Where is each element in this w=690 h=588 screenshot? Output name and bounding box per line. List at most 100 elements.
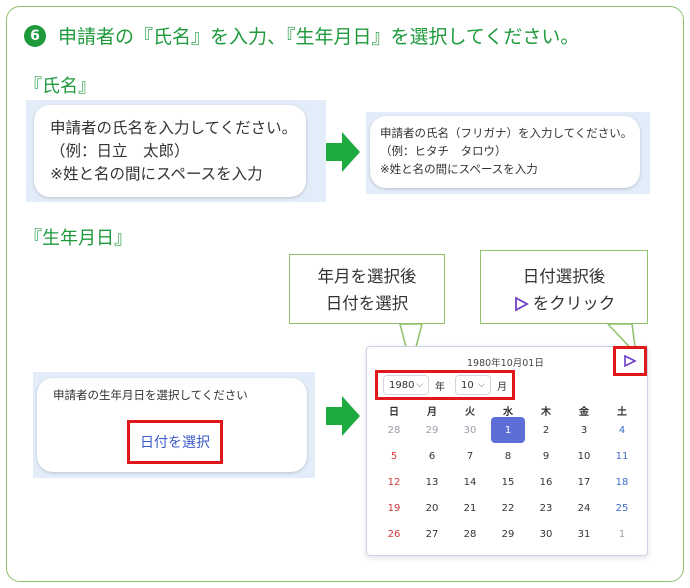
calendar-day-cell[interactable]: 13 [413, 469, 451, 495]
calendar-day-number: 29 [425, 424, 439, 436]
callout-click-send: 日付選択後 をクリック [480, 250, 648, 324]
calendar-day-cell[interactable]: 19 [375, 495, 413, 521]
name-prompt-line: 申請者の氏名を入力してください。 [50, 119, 298, 137]
calendar-day-number: 29 [501, 528, 515, 540]
calendar-day-number: 31 [577, 528, 591, 540]
calendar-day-cell[interactable]: 9 [527, 443, 565, 469]
calendar-day-cell[interactable]: 30 [451, 417, 489, 443]
callout-select-month-line2: 日付を選択 [325, 294, 409, 313]
confirm-date-button[interactable] [613, 346, 647, 376]
calendar-day-number: 5 [390, 450, 398, 462]
furigana-prompt-line: 申請者の氏名（フリガナ）を入力してください。 [380, 126, 633, 140]
calendar-day-cell[interactable]: 25 [603, 495, 641, 521]
weekday-label: 火 [465, 407, 475, 418]
weekday-header-row: 日月火水木金土 [375, 403, 641, 418]
calendar-day-cell[interactable]: 18 [603, 469, 641, 495]
calendar-day-cell[interactable]: 22 [489, 495, 527, 521]
weekday-label: 水 [503, 407, 513, 418]
month-select[interactable]: 10 ⌵ [455, 375, 491, 395]
calendar-day-cell[interactable]: 3 [565, 417, 603, 443]
calendar-week-row: 5 6 7 8 9 10 11 [375, 443, 641, 469]
select-date-button-label: 日付を選択 [140, 435, 210, 451]
calendar-day-number: 30 [539, 528, 553, 540]
calendar-day-cell[interactable]: 10 [565, 443, 603, 469]
calendar-day-number: 30 [463, 424, 477, 436]
calendar-week-row: 12 13 14 15 16 17 18 [375, 469, 641, 495]
birthdate-section-label: 『生年月日』 [24, 228, 132, 249]
calendar-day-cell[interactable]: 28 [451, 521, 489, 547]
select-date-button[interactable]: 日付を選択 [127, 420, 223, 464]
calendar-day-number: 8 [504, 450, 512, 462]
year-select[interactable]: 1980 ⌵ [383, 375, 429, 395]
calendar-day-number: 7 [466, 450, 474, 462]
calendar-day-number: 25 [615, 502, 629, 514]
calendar-day-cell[interactable]: 21 [451, 495, 489, 521]
calendar-day-number: 9 [542, 450, 550, 462]
page-title: 申請者の『氏名』を入力、『生年月日』を選択してください。 [58, 26, 580, 48]
weekday-label: 月 [427, 407, 437, 418]
right-arrow-icon [326, 396, 360, 436]
callout-select-month-line1: 年月を選択後 [317, 267, 417, 286]
name-prompt-bubble: 申請者の氏名を入力してください。 （例：日立 太郎） ※姓と名の間にスペースを入… [34, 105, 306, 197]
calendar-day-cell[interactable]: 31 [565, 521, 603, 547]
calendar-day-number: 12 [387, 476, 401, 488]
calendar-week-row: 19 20 21 22 23 24 25 [375, 495, 641, 521]
calendar-day-number: 19 [387, 502, 401, 514]
weekday-label: 金 [579, 407, 589, 418]
calendar-day-number: 17 [577, 476, 591, 488]
weekday-label: 木 [541, 407, 551, 418]
calendar-day-cell[interactable]: 23 [527, 495, 565, 521]
calendar-day-cell[interactable]: 17 [565, 469, 603, 495]
calendar-day-cell[interactable]: 15 [489, 469, 527, 495]
day-grid: 28 29 30 1 2 3 4 5 6 7 8 9 10 11 12 13 14 15 16 17 18 19 20 21 2… [375, 417, 641, 547]
calendar-day-cell[interactable]: 5 [375, 443, 413, 469]
callout-select-month: 年月を選択後 日付を選択 [289, 254, 445, 324]
send-triangle-icon [514, 295, 529, 312]
selected-date-label: 1980年10月01日 [467, 358, 544, 369]
chevron-down-icon: ⌵ [478, 380, 485, 390]
chevron-down-icon: ⌵ [416, 380, 423, 390]
calendar-day-cell[interactable]: 11 [603, 443, 641, 469]
calendar-day-cell[interactable]: 26 [375, 521, 413, 547]
calendar-week-row: 26 27 28 29 30 31 1 [375, 521, 641, 547]
weekday-label: 土 [617, 407, 627, 418]
calendar-day-number: 27 [425, 528, 439, 540]
calendar-day-number: 11 [615, 450, 629, 462]
calendar-day-number: 16 [539, 476, 553, 488]
calendar-day-number: 28 [387, 424, 401, 436]
furigana-prompt-bubble: 申請者の氏名（フリガナ）を入力してください。 （例：ヒタチ タロウ） ※姓と名の… [370, 116, 640, 188]
send-triangle-icon [624, 354, 637, 368]
calendar-day-cell[interactable]: 29 [413, 417, 451, 443]
callout-click-send-text: をクリック [532, 294, 616, 313]
calendar-day-cell[interactable]: 1 [603, 521, 641, 547]
calendar-day-cell[interactable]: 8 [489, 443, 527, 469]
calendar-day-cell[interactable]: 6 [413, 443, 451, 469]
calendar-day-cell[interactable]: 1 [489, 417, 527, 443]
calendar-day-cell[interactable]: 2 [527, 417, 565, 443]
calendar-day-number: 13 [425, 476, 439, 488]
calendar-day-number: 15 [501, 476, 515, 488]
calendar-day-number: 10 [577, 450, 591, 462]
step-number-badge: 6 [24, 25, 46, 47]
calendar-week-row: 28 29 30 1 2 3 4 [375, 417, 641, 443]
calendar-day-cell[interactable]: 27 [413, 521, 451, 547]
calendar-day-number: 22 [501, 502, 515, 514]
year-unit-label: 年 [435, 382, 445, 393]
birthdate-prompt-text: 申請者の生年月日を選択してください [53, 388, 248, 402]
calendar-day-number: 21 [463, 502, 477, 514]
calendar-day-cell[interactable]: 16 [527, 469, 565, 495]
calendar-day-cell[interactable]: 7 [451, 443, 489, 469]
calendar-day-cell[interactable]: 30 [527, 521, 565, 547]
callout-click-send-line1: 日付選択後 [522, 267, 606, 286]
name-example-line: （例：日立 太郎） [50, 142, 190, 160]
calendar-day-cell[interactable]: 4 [603, 417, 641, 443]
calendar-day-cell[interactable]: 14 [451, 469, 489, 495]
calendar-day-cell[interactable]: 20 [413, 495, 451, 521]
calendar-day-cell[interactable]: 24 [565, 495, 603, 521]
date-picker-calendar: 1980年10月01日 1980 ⌵ 年 10 ⌵ 月 日月火水木金土 28 29… [366, 346, 648, 556]
calendar-day-number: 6 [428, 450, 436, 462]
calendar-day-number: 18 [615, 476, 629, 488]
calendar-day-cell[interactable]: 12 [375, 469, 413, 495]
calendar-day-cell[interactable]: 29 [489, 521, 527, 547]
calendar-day-cell[interactable]: 28 [375, 417, 413, 443]
